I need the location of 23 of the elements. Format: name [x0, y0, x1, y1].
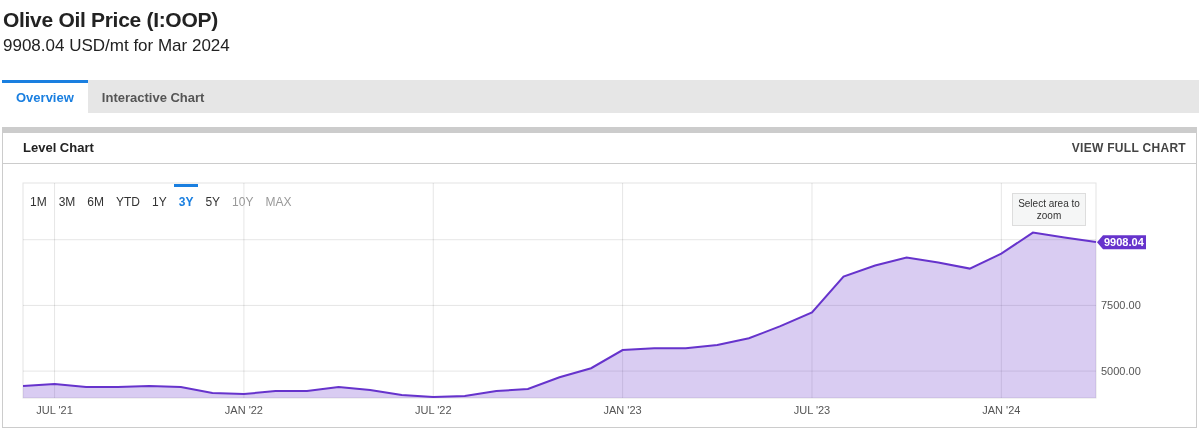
last-price-label: 9908.04	[1097, 235, 1146, 250]
view-full-chart-link[interactable]: VIEW FULL CHART	[1071, 139, 1186, 157]
tab[interactable]: Overview	[2, 80, 88, 113]
y-axis-label: 5000.00	[1101, 365, 1141, 378]
x-axis-label: JUL '21	[36, 404, 73, 416]
range-button[interactable]: 6M	[82, 184, 109, 211]
price-subtitle: 9908.04 USD/mt for Mar 2024	[2, 35, 231, 57]
range-button[interactable]: YTD	[111, 184, 145, 211]
range-button[interactable]: 1M	[25, 184, 52, 211]
x-axis-label: JAN '23	[603, 404, 642, 416]
range-button[interactable]: 1Y	[147, 184, 172, 211]
tab[interactable]: Interactive Chart	[87, 80, 219, 113]
page-title: Olive Oil Price (I:OOP)	[2, 7, 219, 33]
x-axis-label: JAN '22	[224, 404, 263, 416]
y-axis-label: 7500.00	[1101, 299, 1141, 312]
range-button[interactable]: 5Y	[200, 184, 226, 211]
x-axis-label: JUL '22	[415, 404, 452, 416]
range-button[interactable]: 3M	[53, 184, 81, 211]
zoom-button[interactable]: Select area to zoom	[1012, 193, 1086, 226]
panel-title: Level Chart	[23, 139, 94, 158]
range-button[interactable]: 3Y	[173, 184, 199, 211]
x-axis-label: JUL '23	[793, 404, 831, 416]
x-axis-label: JAN '24	[982, 404, 1021, 416]
